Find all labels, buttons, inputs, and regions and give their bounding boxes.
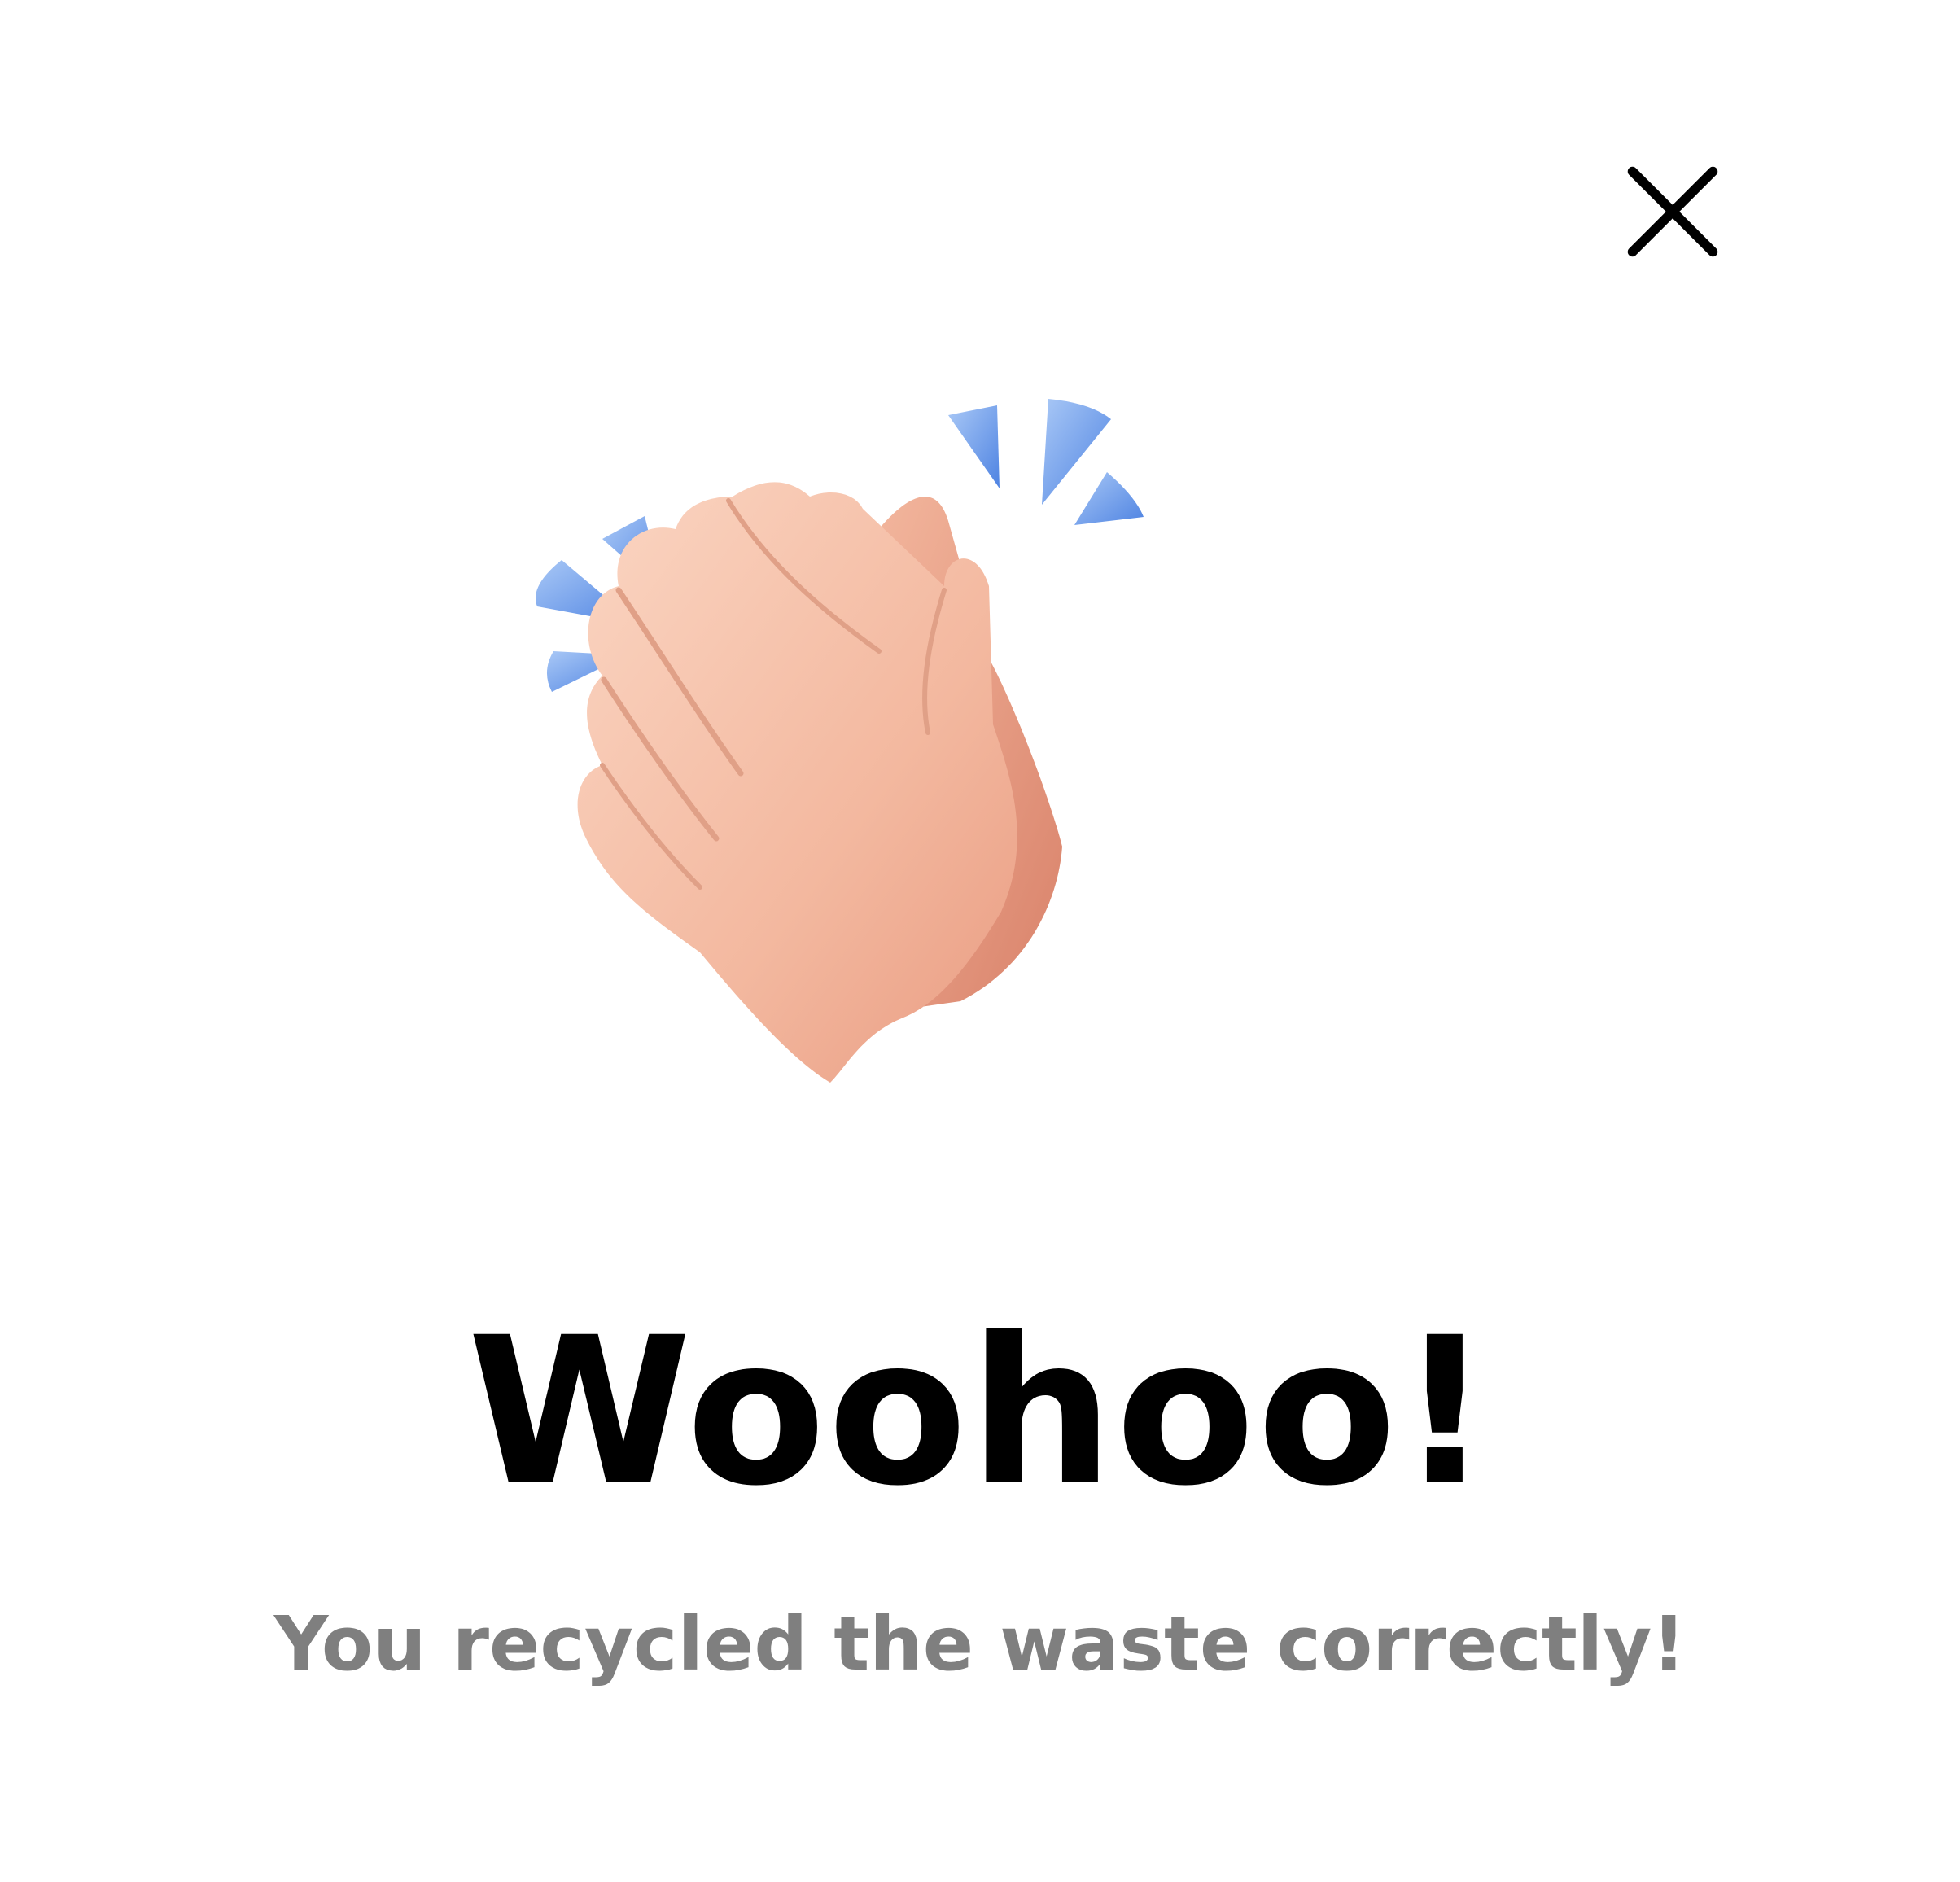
clapping-hands-icon bbox=[521, 383, 1164, 1131]
spark-right-group bbox=[948, 399, 1144, 525]
success-title: Woohoo! bbox=[467, 1293, 1493, 1530]
close-icon bbox=[1627, 166, 1718, 257]
success-dialog: Woohoo! You recycled the waste correctly… bbox=[0, 0, 1960, 1882]
close-button[interactable] bbox=[1616, 155, 1730, 269]
success-message: You recycled the waste correctly! bbox=[273, 1600, 1687, 1687]
